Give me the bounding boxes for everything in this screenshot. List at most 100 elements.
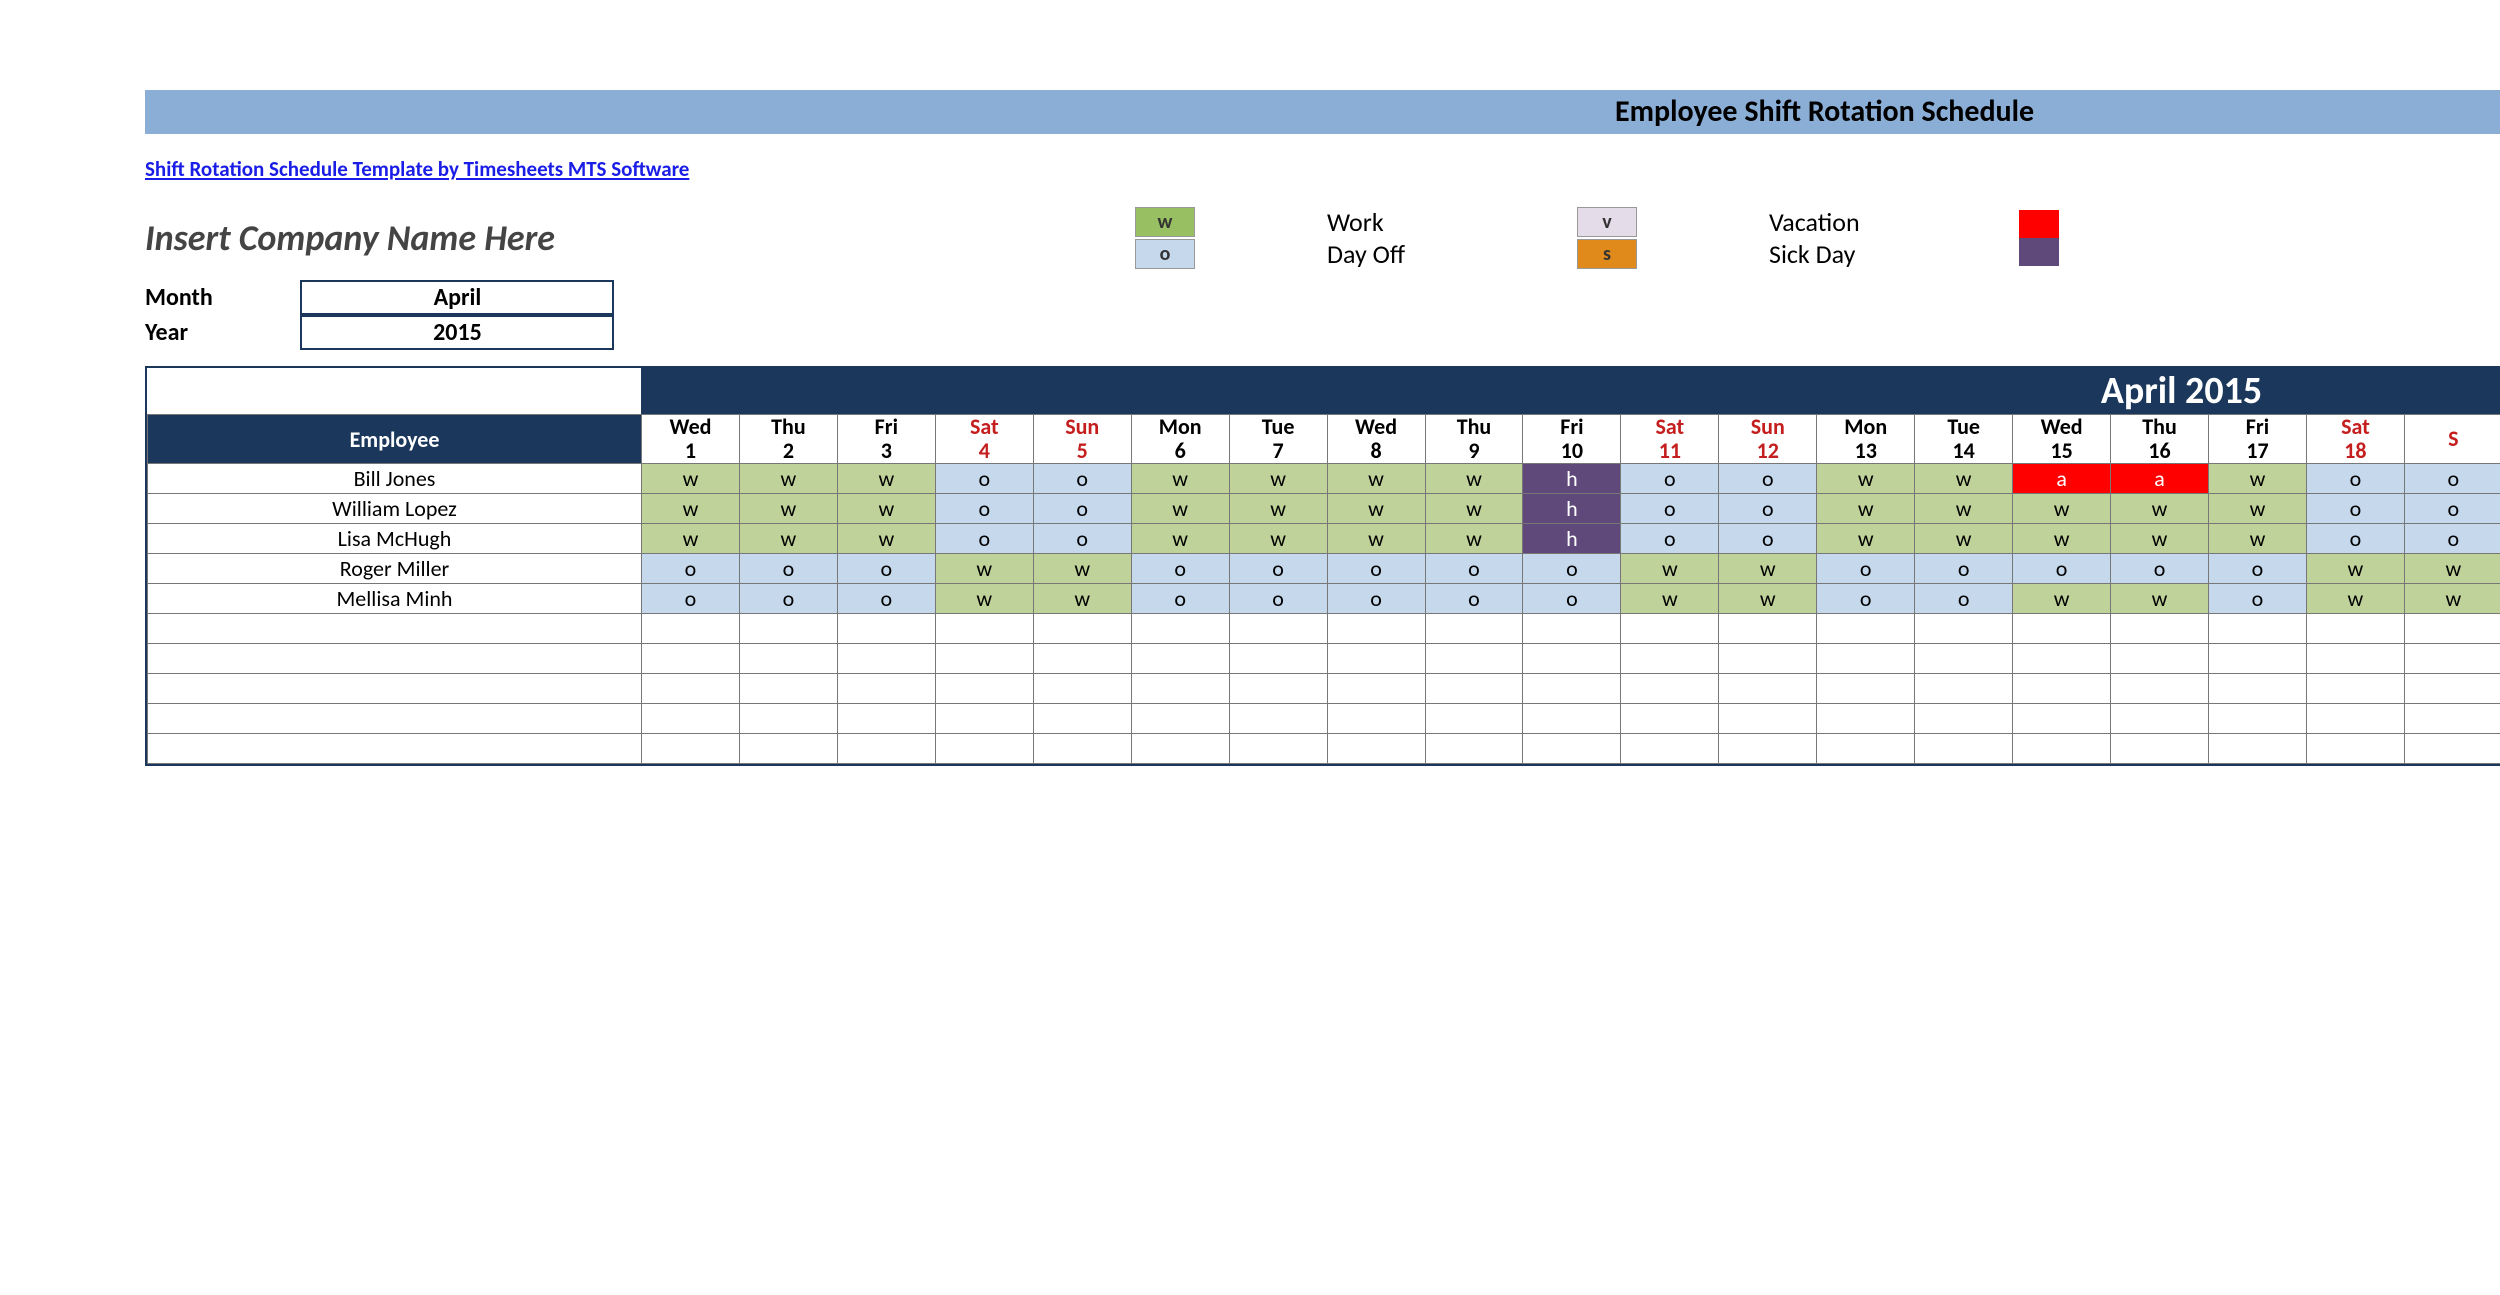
shift-cell[interactable]: o [1915,584,2013,614]
shift-cell[interactable]: o [935,464,1033,494]
shift-cell[interactable]: w [2404,554,2500,584]
shift-cell[interactable] [1523,734,1621,764]
shift-cell[interactable] [935,734,1033,764]
shift-cell[interactable] [1523,674,1621,704]
shift-cell[interactable]: w [642,524,740,554]
shift-cell[interactable]: o [1621,464,1719,494]
shift-cell[interactable] [1229,614,1327,644]
shift-cell[interactable]: w [1915,494,2013,524]
month-input[interactable]: April [300,280,614,315]
shift-cell[interactable] [2404,734,2500,764]
shift-cell[interactable] [935,674,1033,704]
shift-cell[interactable]: w [1327,494,1425,524]
shift-cell[interactable]: o [1817,584,1915,614]
shift-cell[interactable]: w [2209,494,2307,524]
shift-cell[interactable]: o [2404,464,2500,494]
shift-cell[interactable] [1817,644,1915,674]
shift-cell[interactable] [2306,644,2404,674]
shift-cell[interactable] [1229,674,1327,704]
employee-name-cell[interactable]: William Lopez [148,494,642,524]
shift-cell[interactable] [1621,734,1719,764]
shift-cell[interactable]: o [1327,584,1425,614]
shift-cell[interactable]: w [1621,554,1719,584]
shift-cell[interactable] [2404,644,2500,674]
shift-cell[interactable]: w [2209,464,2307,494]
shift-cell[interactable]: w [1131,494,1229,524]
shift-cell[interactable]: h [1523,494,1621,524]
shift-cell[interactable]: w [642,494,740,524]
shift-cell[interactable] [2404,614,2500,644]
shift-cell[interactable] [1131,614,1229,644]
shift-cell[interactable]: o [739,584,837,614]
shift-cell[interactable] [837,704,935,734]
shift-cell[interactable] [1327,734,1425,764]
shift-cell[interactable] [2111,644,2209,674]
shift-cell[interactable]: w [1719,554,1817,584]
shift-cell[interactable] [739,614,837,644]
shift-cell[interactable]: o [1719,524,1817,554]
shift-cell[interactable]: w [1327,524,1425,554]
shift-cell[interactable]: w [1915,524,2013,554]
shift-cell[interactable]: o [1033,524,1131,554]
shift-cell[interactable] [1131,674,1229,704]
shift-cell[interactable] [642,734,740,764]
employee-name-cell[interactable] [148,614,642,644]
shift-cell[interactable]: w [1033,554,1131,584]
shift-cell[interactable]: o [1817,554,1915,584]
shift-cell[interactable]: o [1523,584,1621,614]
shift-cell[interactable] [739,734,837,764]
shift-cell[interactable]: w [2013,524,2111,554]
shift-cell[interactable]: w [1817,464,1915,494]
shift-cell[interactable] [1425,674,1523,704]
year-input[interactable]: 2015 [300,315,614,350]
source-link[interactable]: Shift Rotation Schedule Template by Time… [145,156,689,182]
shift-cell[interactable] [1131,734,1229,764]
employee-name-cell[interactable]: Roger Miller [148,554,642,584]
shift-cell[interactable] [2209,614,2307,644]
shift-cell[interactable]: w [739,524,837,554]
shift-cell[interactable] [2306,704,2404,734]
shift-cell[interactable]: w [1817,524,1915,554]
shift-cell[interactable]: o [1131,584,1229,614]
shift-cell[interactable]: o [1621,524,1719,554]
shift-cell[interactable] [739,704,837,734]
shift-cell[interactable]: w [1425,464,1523,494]
shift-cell[interactable]: o [1425,554,1523,584]
shift-cell[interactable]: o [1621,494,1719,524]
shift-cell[interactable] [1033,674,1131,704]
shift-cell[interactable]: w [1131,524,1229,554]
shift-cell[interactable] [1719,614,1817,644]
shift-cell[interactable]: o [2306,494,2404,524]
shift-cell[interactable]: a [2111,464,2209,494]
shift-cell[interactable] [642,674,740,704]
shift-cell[interactable]: o [1719,464,1817,494]
shift-cell[interactable] [1915,704,2013,734]
shift-cell[interactable]: o [1523,554,1621,584]
shift-cell[interactable]: w [837,524,935,554]
shift-cell[interactable]: o [2111,554,2209,584]
shift-cell[interactable] [1425,614,1523,644]
shift-cell[interactable] [1229,704,1327,734]
shift-cell[interactable] [642,614,740,644]
shift-cell[interactable]: w [2404,584,2500,614]
shift-cell[interactable] [935,704,1033,734]
shift-cell[interactable] [1033,734,1131,764]
shift-cell[interactable] [1229,644,1327,674]
shift-cell[interactable] [1817,674,1915,704]
shift-cell[interactable]: o [1033,464,1131,494]
shift-cell[interactable]: w [1131,464,1229,494]
shift-cell[interactable] [2404,704,2500,734]
shift-cell[interactable] [2306,614,2404,644]
shift-cell[interactable]: w [2209,524,2307,554]
shift-cell[interactable] [1817,614,1915,644]
shift-cell[interactable] [2013,704,2111,734]
shift-cell[interactable] [2306,734,2404,764]
shift-cell[interactable] [1719,644,1817,674]
employee-name-cell[interactable] [148,674,642,704]
shift-cell[interactable]: o [2209,554,2307,584]
shift-cell[interactable]: w [739,494,837,524]
shift-cell[interactable]: o [1719,494,1817,524]
shift-cell[interactable]: w [2013,494,2111,524]
shift-cell[interactable]: o [2404,494,2500,524]
shift-cell[interactable]: w [1033,584,1131,614]
